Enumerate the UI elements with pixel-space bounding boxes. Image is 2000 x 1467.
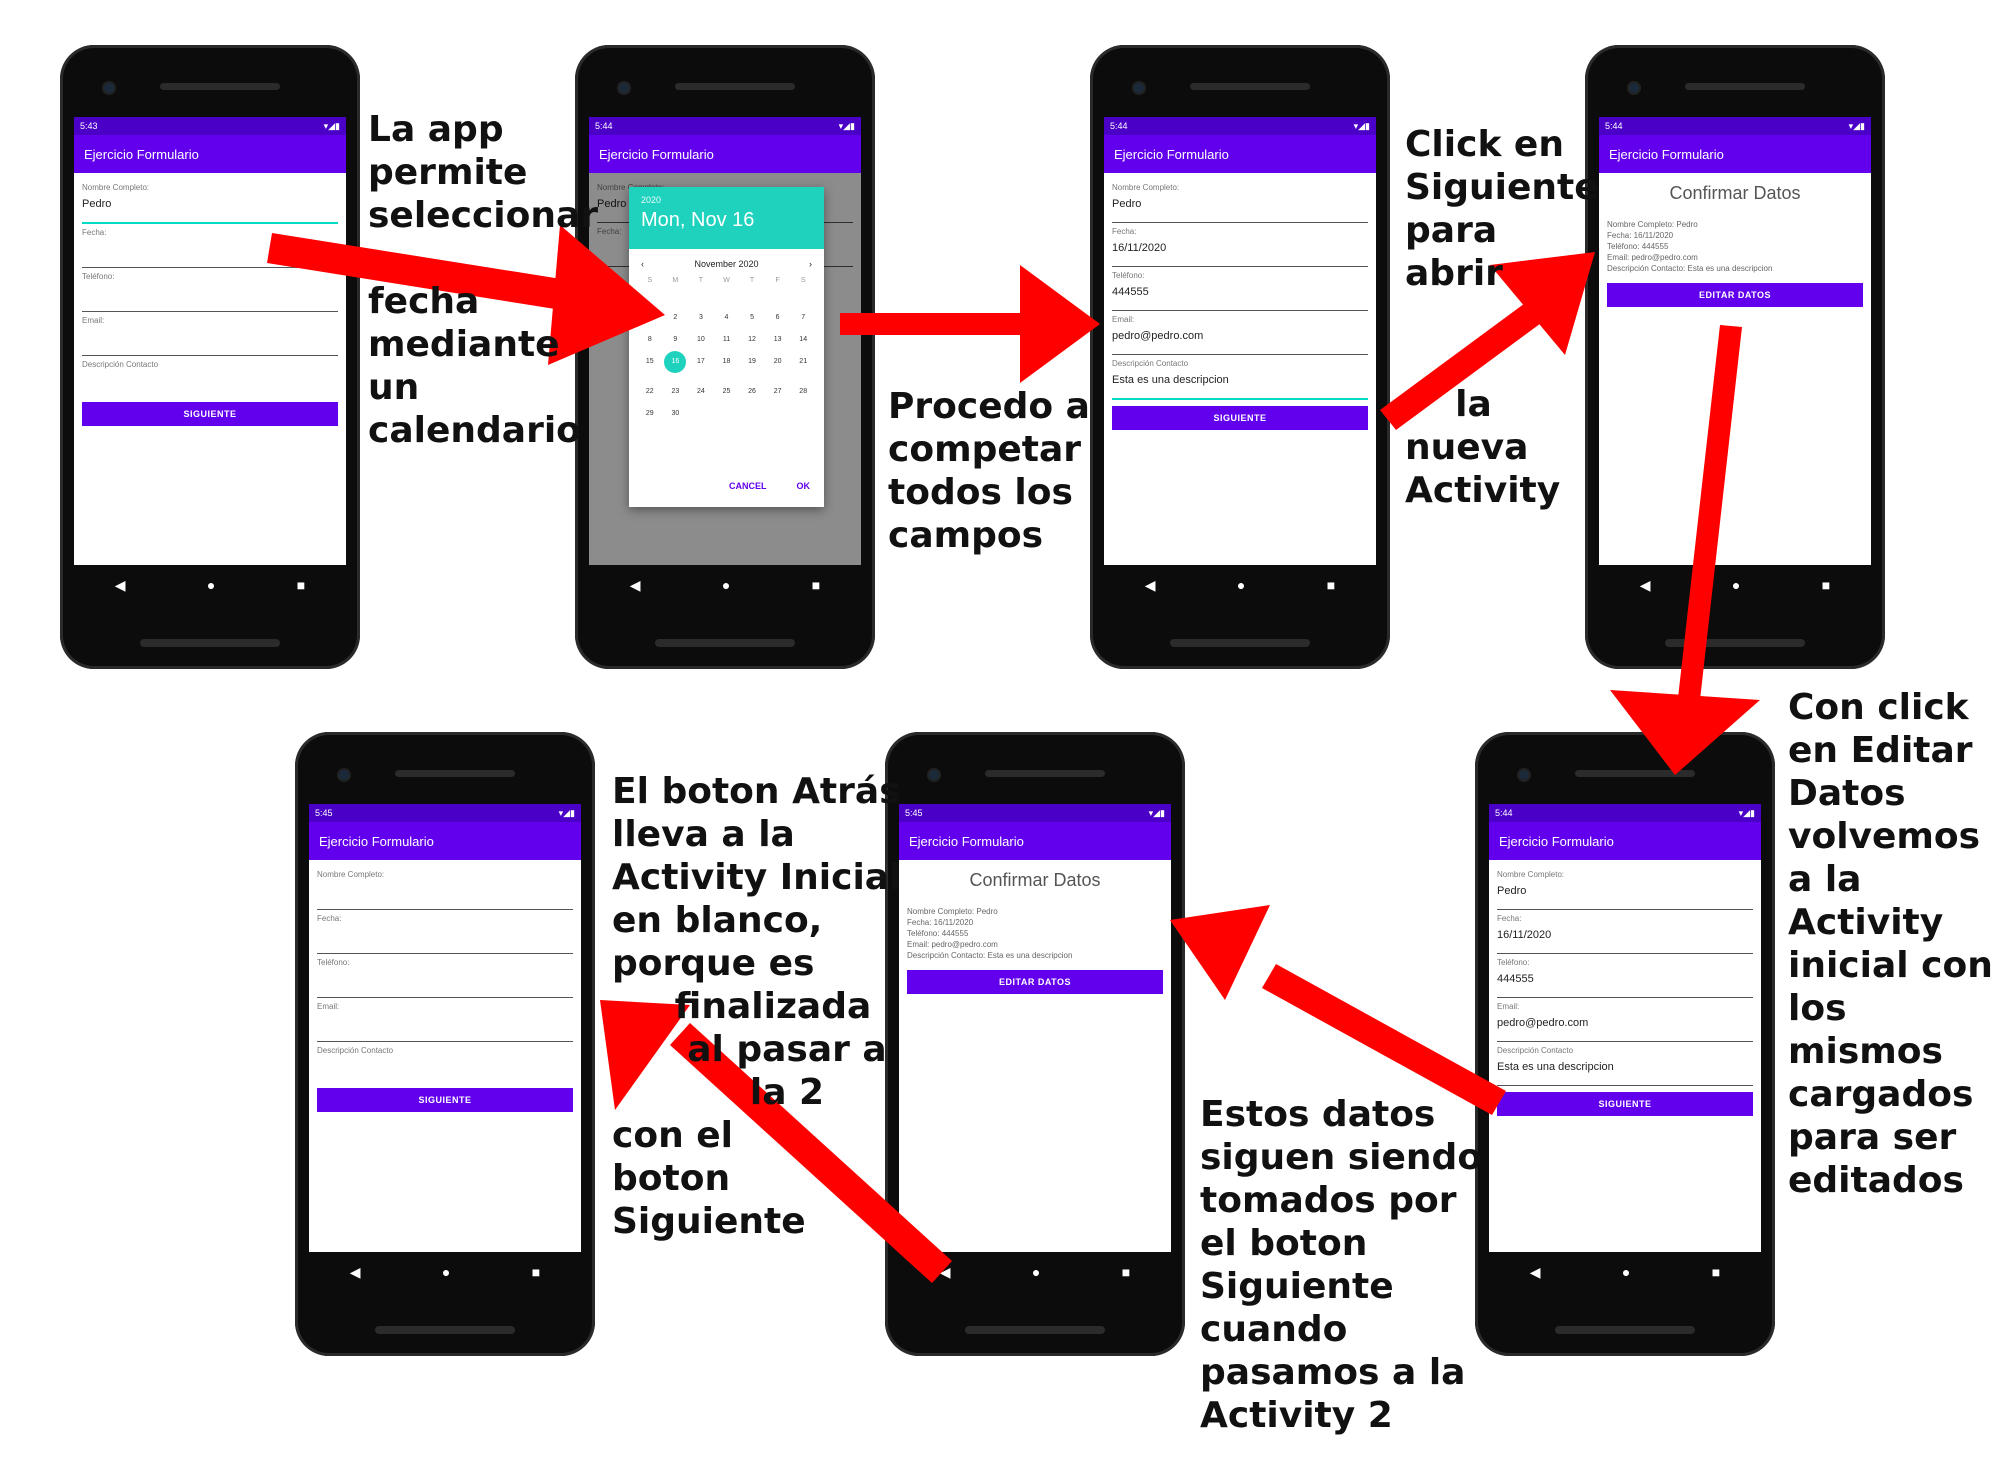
caption-data-kept: Estos datos siguen siendo tomados por el… — [1200, 1094, 1483, 1436]
arrow-4-head — [1610, 690, 1760, 775]
caption-click-next: Click en Siguiente para abrir — [1405, 124, 1599, 294]
arrow-2-head — [1020, 265, 1100, 383]
arrow-5-head — [1170, 905, 1270, 1000]
caption-edit-data: Con click en Editar Datos volvemos a la … — [1788, 687, 1993, 1201]
arrow-2 — [840, 313, 1020, 335]
arrow-4 — [1678, 325, 1742, 700]
caption-new-activity: la nueva Activity — [1405, 384, 1561, 511]
flow-arrows — [267, 225, 1760, 1283]
caption-back-button: El boton Atrás lleva a la Activity Inici… — [612, 771, 902, 1242]
caption-complete-fields: Procedo a competar todos los campos — [888, 386, 1090, 556]
caption-date-selection: La app permite seleccionar fecha mediant… — [368, 109, 599, 451]
